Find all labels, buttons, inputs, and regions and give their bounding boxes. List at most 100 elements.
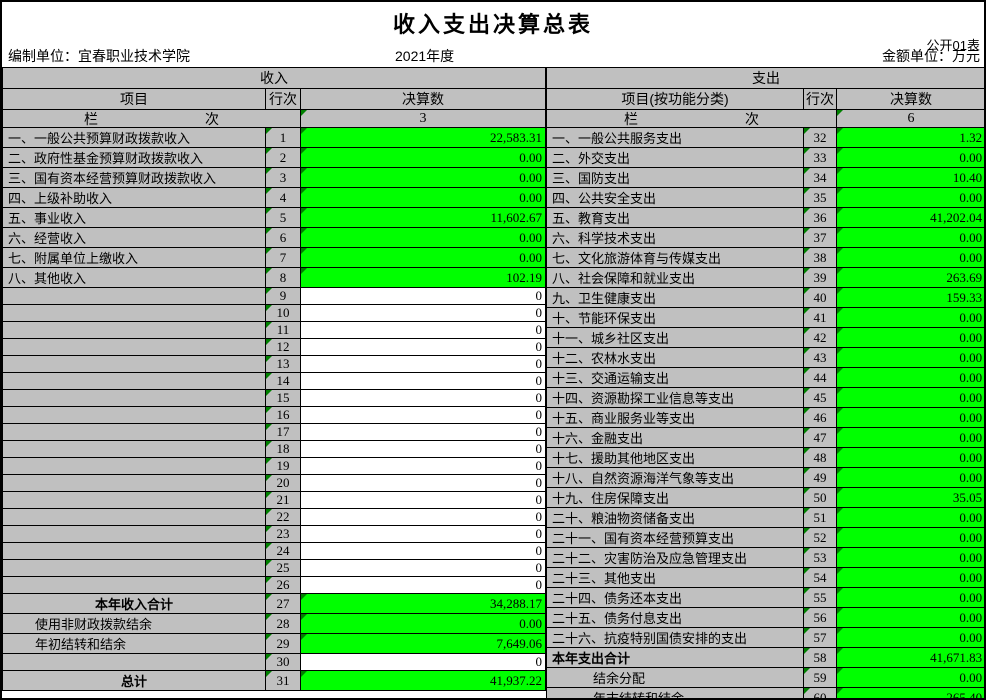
- income-value-cell: 0: [301, 526, 546, 543]
- income-item-cell: [3, 305, 266, 322]
- income-row-18: 180: [3, 441, 546, 458]
- income-rowno-cell: 6: [266, 228, 301, 248]
- income-item-cell: 年初结转和结余: [3, 634, 266, 654]
- expenditure-item-cell: 年末结转和结余: [547, 688, 804, 700]
- expenditure-rowno-cell: 46: [804, 408, 837, 428]
- income-row-25: 250: [3, 560, 546, 577]
- expenditure-value-cell: 41,202.04: [837, 208, 986, 228]
- expenditure-item-cell: 二十一、国有资本经营预算支出: [547, 528, 804, 548]
- expenditure-value-cell: 0.00: [837, 448, 986, 468]
- income-row-5: 五、事业收入511,602.67: [3, 208, 546, 228]
- expenditure-rowno-cell: 33: [804, 148, 837, 168]
- income-item-cell: [3, 543, 266, 560]
- expenditure-item-cell: 十八、自然资源海洋气象等支出: [547, 468, 804, 488]
- expenditure-rowno-cell: 34: [804, 168, 837, 188]
- report-info-line: 编制单位：宜春职业技术学院 2021年度 金额单位：万元: [2, 50, 984, 67]
- expenditure-item-cell: 十九、住房保障支出: [547, 488, 804, 508]
- income-item-cell: [3, 373, 266, 390]
- income-value-cell: 0: [301, 407, 546, 424]
- income-rowno-cell: 27: [266, 594, 301, 614]
- expenditure-rowno-cell: 32: [804, 128, 837, 148]
- income-rowno-cell: 2: [266, 148, 301, 168]
- income-row-19: 190: [3, 458, 546, 475]
- income-row-12: 120: [3, 339, 546, 356]
- income-item-cell: [3, 475, 266, 492]
- expenditure-value-cell: 0.00: [837, 308, 986, 328]
- expenditure-rowno-cell: 50: [804, 488, 837, 508]
- expenditure-row-35: 四、公共安全支出350.00: [547, 188, 986, 208]
- expenditure-value-cell: 0.00: [837, 508, 986, 528]
- expenditure-value-cell: 0.00: [837, 608, 986, 628]
- expenditure-item-cell: 结余分配: [547, 668, 804, 688]
- expenditure-rowno-cell: 55: [804, 588, 837, 608]
- income-row-10: 100: [3, 305, 546, 322]
- expenditure-lan-cell: 栏 次: [547, 110, 837, 128]
- income-value-cell: 0: [301, 441, 546, 458]
- income-value-cell: 7,649.06: [301, 634, 546, 654]
- expenditure-value-cell: 263.69: [837, 268, 986, 288]
- income-value-cell: 0: [301, 424, 546, 441]
- expenditure-row-54: 二十三、其他支出540.00: [547, 568, 986, 588]
- expenditure-value-cell: 0.00: [837, 468, 986, 488]
- expenditure-row-51: 二十、粮油物资储备支出510.00: [547, 508, 986, 528]
- expenditure-rowno-cell: 60: [804, 688, 837, 700]
- income-value-cell: 0: [301, 492, 546, 509]
- expenditure-row-43: 十二、农林水支出430.00: [547, 348, 986, 368]
- income-row-27: 本年收入合计2734,288.17: [3, 594, 546, 614]
- income-lan-right: 次: [205, 110, 219, 128]
- fiscal-year-label: 2021年度: [395, 46, 454, 66]
- expenditure-rowno-cell: 40: [804, 288, 837, 308]
- income-row-1: 一、一般公共预算财政拨款收入122,583.31: [3, 128, 546, 148]
- income-row-2: 二、政府性基金预算财政拨款收入20.00: [3, 148, 546, 168]
- income-value-cell: 0: [301, 390, 546, 407]
- expenditure-row-57: 二十六、抗疫特别国债安排的支出570.00: [547, 628, 986, 648]
- income-rowno-cell: 30: [266, 654, 301, 671]
- income-row-30: 300: [3, 654, 546, 671]
- expenditure-item-cell: 十二、农林水支出: [547, 348, 804, 368]
- expenditure-value-cell: 159.33: [837, 288, 986, 308]
- income-rowno-cell: 13: [266, 356, 301, 373]
- income-value-cell: 11,602.67: [301, 208, 546, 228]
- expenditure-rowno-cell: 57: [804, 628, 837, 648]
- expenditure-row-47: 十六、金融支出470.00: [547, 428, 986, 448]
- income-item-cell: [3, 458, 266, 475]
- expenditure-item-cell: 三、国防支出: [547, 168, 804, 188]
- income-rowno-cell: 9: [266, 288, 301, 305]
- income-rowno-cell: 24: [266, 543, 301, 560]
- income-item-cell: [3, 577, 266, 594]
- income-rowno-cell: 20: [266, 475, 301, 492]
- expenditure-section-band: 支出: [547, 68, 986, 89]
- income-col-item: 项目: [3, 89, 266, 110]
- income-item-cell: [3, 339, 266, 356]
- income-rowno-cell: 21: [266, 492, 301, 509]
- expenditure-rowno-cell: 53: [804, 548, 837, 568]
- income-item-cell: 六、经营收入: [3, 228, 266, 248]
- expenditure-lan-left: 栏: [624, 110, 638, 128]
- income-row-31: 总计3141,937.22: [3, 671, 546, 691]
- income-section-band: 收入: [3, 68, 546, 89]
- income-row-17: 170: [3, 424, 546, 441]
- expenditure-rowno-cell: 44: [804, 368, 837, 388]
- income-rowno-cell: 1: [266, 128, 301, 148]
- income-item-cell: [3, 407, 266, 424]
- expenditure-rowno-cell: 36: [804, 208, 837, 228]
- expenditure-value-cell: 0.00: [837, 388, 986, 408]
- income-rowno-cell: 7: [266, 248, 301, 268]
- expenditure-item-cell: 十七、援助其他地区支出: [547, 448, 804, 468]
- income-value-cell: 0: [301, 356, 546, 373]
- amount-unit-label: 金额单位：万元: [882, 46, 980, 66]
- prepared-by-label: 编制单位：宜春职业技术学院: [8, 46, 190, 66]
- income-rowno-cell: 10: [266, 305, 301, 322]
- income-table: 收入 项目 行次 决算数 栏 次 3 一、一般公共预: [2, 67, 546, 691]
- expenditure-col-rowno: 行次: [804, 89, 837, 110]
- income-rowno-cell: 16: [266, 407, 301, 424]
- expenditure-value-cell: 0.00: [837, 668, 986, 688]
- income-row-3: 三、国有资本经营预算财政拨款收入30.00: [3, 168, 546, 188]
- income-value-cell: 0: [301, 560, 546, 577]
- expenditure-item-cell: 本年支出合计: [547, 648, 804, 668]
- income-lan-row: 栏 次 3: [3, 110, 546, 128]
- expenditure-row-49: 十八、自然资源海洋气象等支出490.00: [547, 468, 986, 488]
- expenditure-item-cell: 二十、粮油物资储备支出: [547, 508, 804, 528]
- income-value-cell: 0: [301, 322, 546, 339]
- income-value-cell: 41,937.22: [301, 671, 546, 691]
